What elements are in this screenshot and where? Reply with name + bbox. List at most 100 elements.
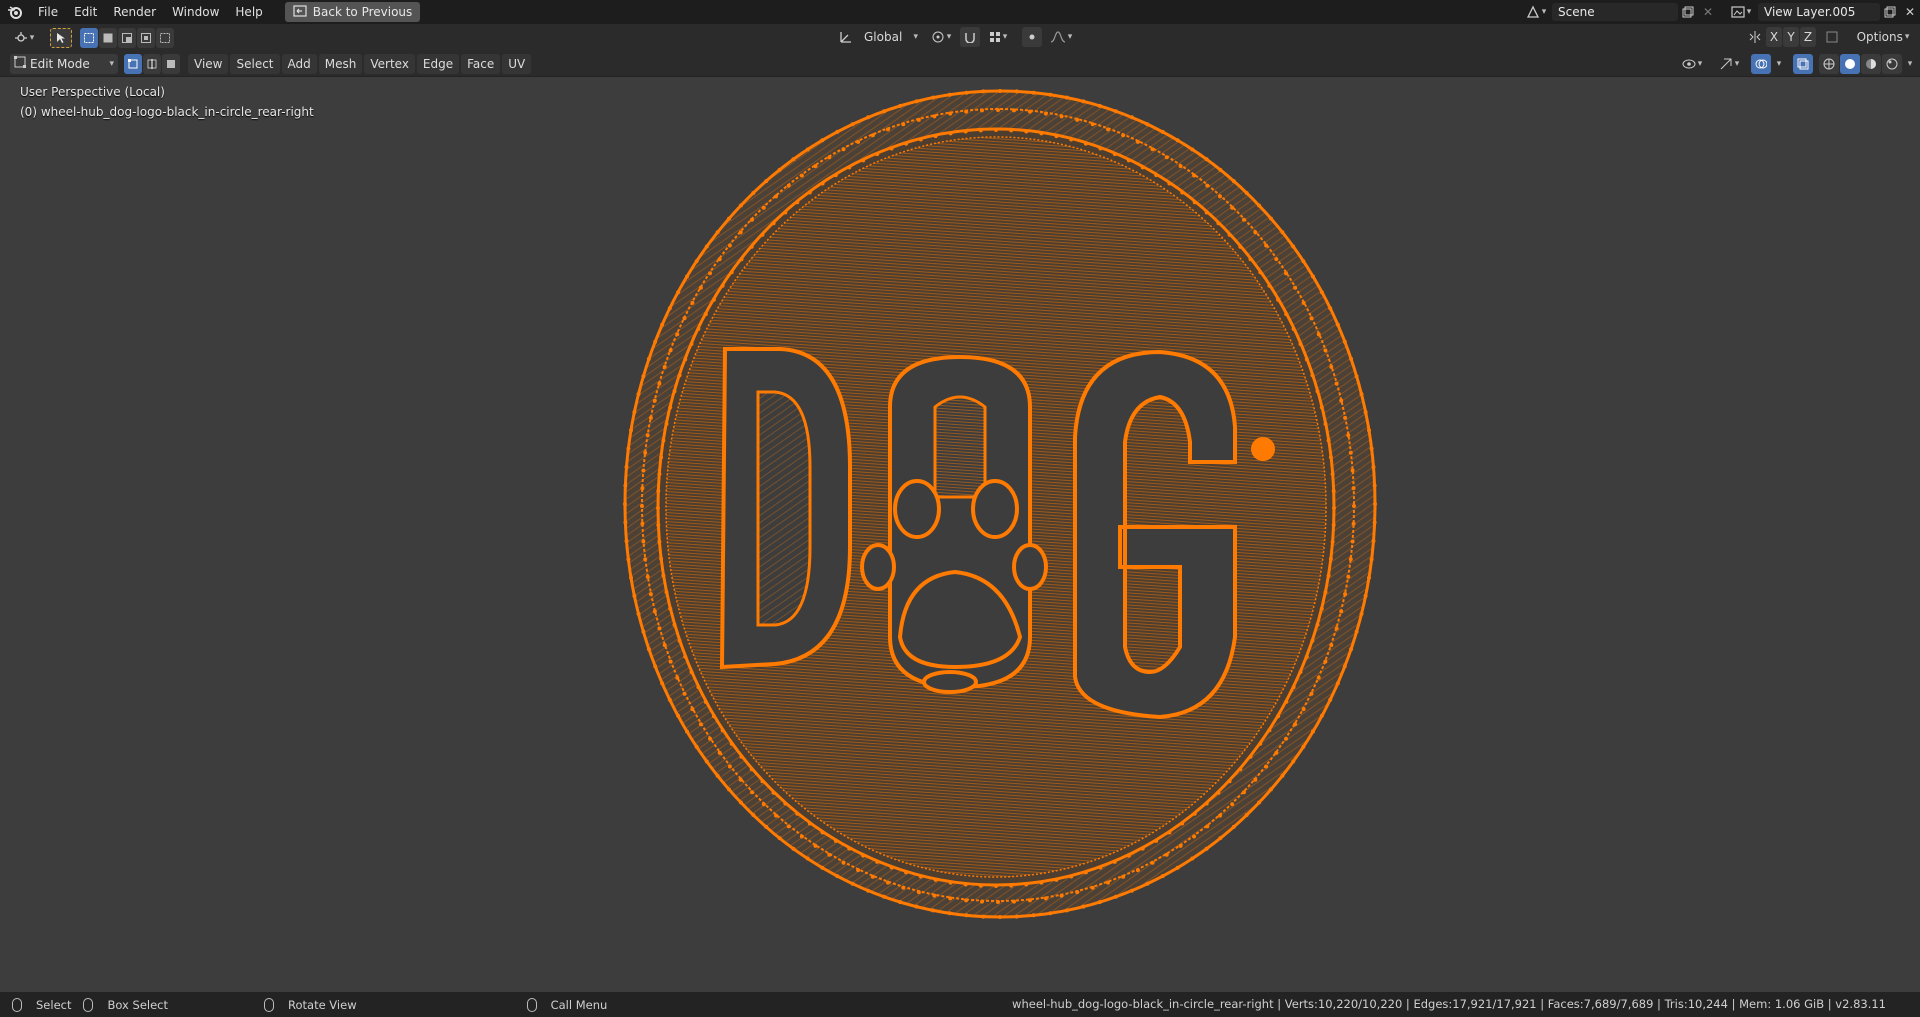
select-tool-icon[interactable] [50, 27, 72, 48]
mesh-vertex [1065, 95, 1069, 100]
mesh-vertex [720, 728, 725, 733]
mesh-vertex [1167, 181, 1172, 186]
view-layer-field[interactable]: View Layer.005 [1758, 3, 1880, 21]
mesh-vertex [764, 179, 769, 184]
mesh-vertex [978, 128, 983, 133]
scene-browse-icon[interactable]: ▾ [1522, 3, 1550, 21]
mesh-vertex [672, 622, 677, 627]
wireframe-shading-icon[interactable] [1819, 54, 1839, 74]
view-layer-browse-icon[interactable]: ▾ [1726, 3, 1756, 21]
xray-toggle-icon[interactable] [1793, 54, 1813, 74]
menu-face[interactable]: Face [461, 53, 501, 74]
mesh-vertex [1367, 428, 1371, 433]
mesh-vertex [1135, 868, 1140, 873]
mesh-vertex [1301, 300, 1306, 305]
mesh-vertex [1335, 322, 1340, 327]
viewport-menus: View Select Add Mesh Vertex Edge Face UV [188, 53, 533, 74]
mesh-vertex [1284, 271, 1288, 276]
mesh-vertex [835, 874, 840, 879]
status-select-label: Select [36, 997, 72, 1012]
proportional-edit-icon[interactable] [1022, 27, 1042, 47]
select-mode-new-icon[interactable] [80, 27, 98, 48]
mesh-vertex [914, 99, 919, 104]
menu-uv[interactable]: UV [502, 53, 532, 74]
shading-dropdown-icon[interactable]: ▾ [1902, 55, 1916, 73]
axis-y-toggle[interactable]: Y [1783, 27, 1799, 47]
mesh-vertex [646, 356, 651, 361]
menu-edge[interactable]: Edge [416, 53, 460, 74]
mesh-vertex [771, 221, 776, 226]
mesh-vertex [1192, 173, 1197, 178]
mesh-vertex [643, 450, 648, 455]
new-view-layer-icon[interactable] [1880, 3, 1900, 21]
menu-help[interactable]: Help [227, 2, 270, 22]
mesh-vertex [1039, 880, 1044, 885]
mesh-vertex [715, 773, 720, 778]
blender-logo-icon[interactable] [0, 0, 30, 24]
mesh-vertex [1059, 893, 1064, 898]
mode-selector[interactable]: Edit Mode ▾ [10, 53, 118, 74]
mesh-vertex [1330, 472, 1335, 477]
pivot-point-icon[interactable]: ▾ [926, 28, 956, 46]
rendered-shading-icon[interactable] [1882, 54, 1902, 74]
new-scene-icon[interactable] [1678, 3, 1698, 21]
back-to-previous-button[interactable]: Back to Previous [284, 2, 421, 22]
mesh-wireframe[interactable] [0, 77, 1920, 992]
mesh-vertex [866, 115, 871, 120]
menu-window[interactable]: Window [164, 2, 227, 22]
remove-scene-icon[interactable]: ✕ [1698, 3, 1718, 21]
vertex-select-mode-icon[interactable] [124, 53, 142, 74]
options-dropdown[interactable]: Options ▾ [1852, 27, 1914, 47]
edge-select-mode-icon[interactable] [143, 53, 161, 74]
mesh-vertex [749, 767, 754, 772]
mesh-vertex [1359, 611, 1364, 616]
mesh-vertex [1343, 592, 1348, 597]
menu-select[interactable]: Select [230, 53, 280, 74]
overlays-icon[interactable] [1751, 54, 1771, 74]
mesh-vertex [1204, 157, 1209, 162]
mesh-vertex [1304, 357, 1309, 362]
face-select-mode-icon[interactable] [162, 53, 180, 74]
snap-target-icon[interactable]: ▾ [984, 28, 1012, 46]
axis-x-toggle[interactable]: X [1766, 27, 1782, 47]
mesh-vertex [667, 697, 672, 702]
menu-add[interactable]: Add [281, 53, 317, 74]
menu-file[interactable]: File [30, 2, 66, 22]
falloff-curve-icon[interactable]: ▾ [1046, 28, 1076, 46]
select-mode-intersect-icon[interactable] [156, 27, 174, 48]
menu-vertex[interactable]: Vertex [364, 53, 415, 74]
mesh-vertex [963, 882, 968, 887]
overlays-dropdown-icon[interactable]: ▾ [1771, 55, 1785, 73]
select-mode-extend-icon[interactable] [99, 27, 117, 48]
mesh-vertex [1264, 764, 1269, 769]
mesh-vertex [696, 685, 701, 690]
mesh-vertex [856, 139, 861, 144]
select-mode-subtract-icon[interactable] [118, 27, 136, 48]
mesh-vertex [1309, 691, 1314, 696]
mesh-vertex [1027, 898, 1032, 903]
transform-orientation-select[interactable]: Global ▾ [860, 27, 922, 47]
menu-view[interactable]: View [188, 53, 229, 74]
snap-toggle-icon[interactable] [960, 27, 980, 47]
auto-merge-icon[interactable] [1822, 28, 1842, 46]
menu-mesh[interactable]: Mesh [318, 53, 363, 74]
scene-name-field[interactable]: Scene [1552, 3, 1678, 21]
menu-edit[interactable]: Edit [66, 2, 105, 22]
solid-shading-icon[interactable] [1840, 54, 1860, 74]
select-mode-invert-icon[interactable] [137, 27, 155, 48]
mesh-vertex [1054, 877, 1059, 882]
axis-z-toggle[interactable]: Z [1800, 27, 1816, 47]
menu-render[interactable]: Render [105, 2, 164, 22]
editor-type-icon[interactable]: ▾ [8, 29, 40, 47]
mesh-vertex [932, 893, 937, 898]
3d-viewport[interactable]: User Perspective (Local) (0) wheel-hub_d… [0, 77, 1920, 992]
gizmo-icon[interactable]: ▾ [1713, 55, 1745, 73]
status-call-menu-hint: Call Menu [526, 997, 607, 1012]
remove-view-layer-icon[interactable]: ✕ [1900, 3, 1920, 21]
mesh-vertex [1331, 489, 1336, 493]
mesh-vertex [1304, 654, 1309, 659]
material-shading-icon[interactable] [1861, 54, 1881, 74]
mesh-vertex [841, 147, 846, 152]
visibility-icon[interactable]: ▾ [1677, 55, 1707, 73]
mesh-vertex [1175, 138, 1180, 143]
